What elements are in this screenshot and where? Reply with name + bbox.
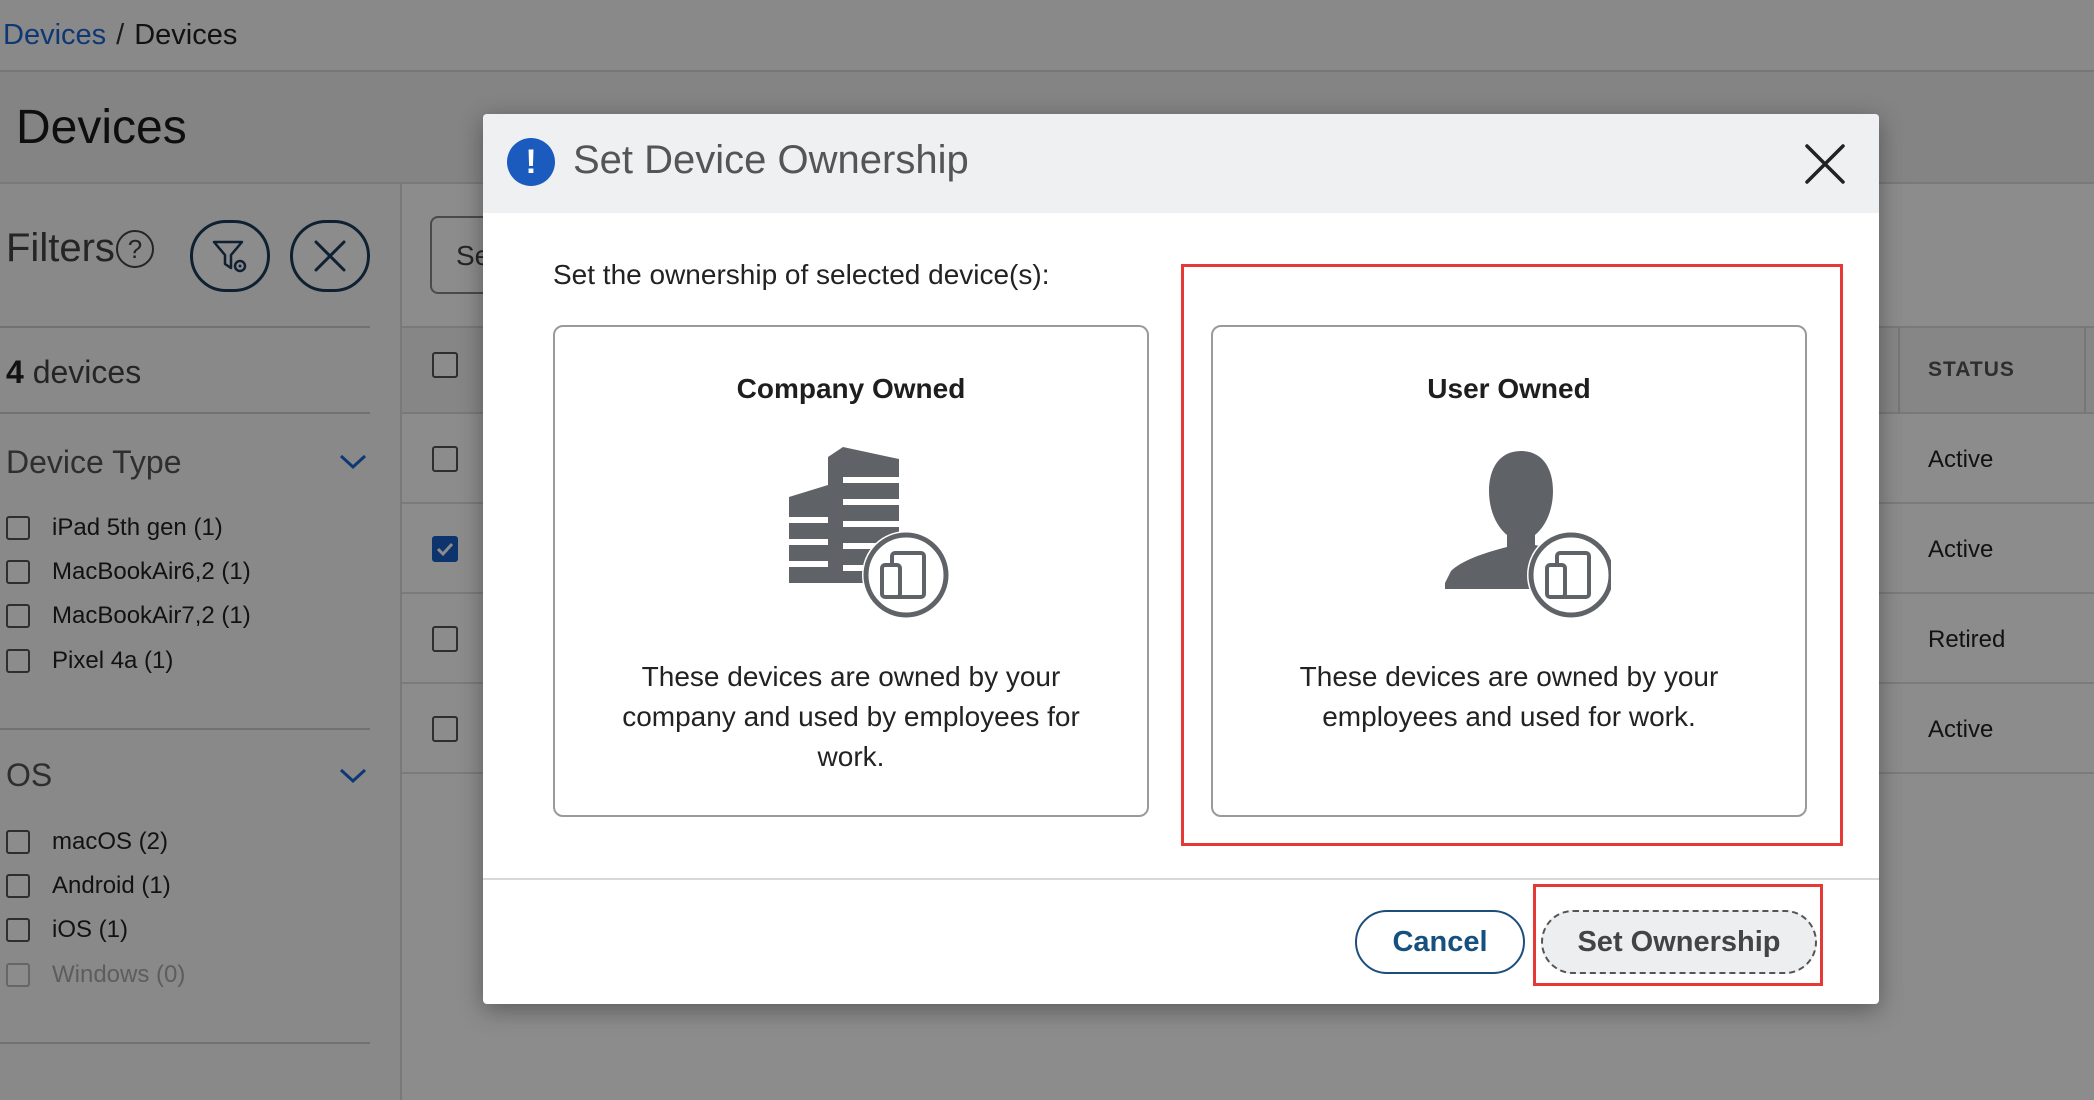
building-device-icon	[789, 447, 950, 619]
close-icon[interactable]	[1803, 142, 1847, 186]
dialog-title: Set Device Ownership	[573, 138, 969, 182]
info-icon: !	[507, 138, 555, 186]
set-ownership-dialog: ! Set Device Ownership Set the ownership…	[483, 114, 1879, 1004]
card-title: Company Owned	[736, 373, 966, 404]
dialog-header: ! Set Device Ownership	[483, 114, 1879, 213]
selection-highlight	[1181, 264, 1843, 846]
card-description: These devices are owned by your company …	[622, 661, 1080, 772]
dialog-prompt: Set the ownership of selected device(s):	[553, 259, 1050, 290]
cancel-button[interactable]: Cancel	[1355, 910, 1525, 974]
footer-divider	[483, 878, 1879, 880]
button-highlight	[1533, 884, 1823, 986]
company-owned-option[interactable]: Company Owned These devices are owned by…	[553, 325, 1149, 817]
